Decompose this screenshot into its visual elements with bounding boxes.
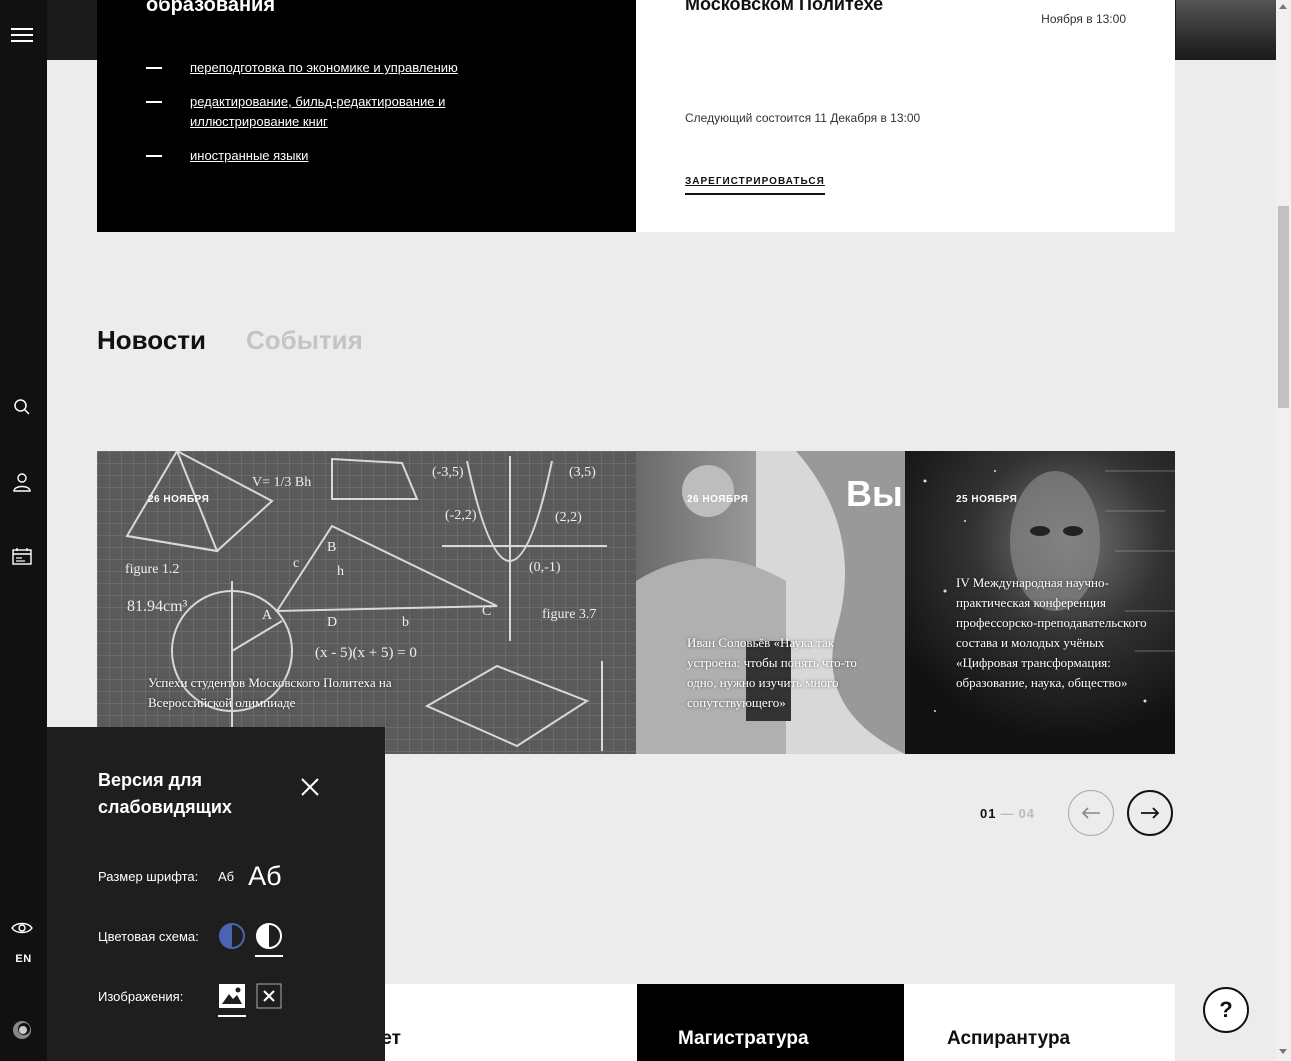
- half-circle-blue-icon: [219, 923, 245, 949]
- banner-photo: [1176, 0, 1276, 60]
- close-icon: [301, 778, 319, 796]
- news-tabs: Новости События: [97, 325, 363, 356]
- register-link[interactable]: ЗАРЕГИСТРИРОВАТЬСЯ: [685, 176, 825, 195]
- tab-events[interactable]: События: [246, 325, 363, 356]
- svg-text:h: h: [337, 564, 344, 579]
- eye-icon[interactable]: [11, 917, 33, 939]
- education-link[interactable]: редактирование, бильд-редактирование и и…: [190, 94, 445, 129]
- svg-text:81.94cm³: 81.94cm³: [127, 598, 188, 615]
- education-link[interactable]: иностранные языки: [190, 148, 308, 163]
- education-heading: образования: [146, 0, 276, 16]
- prev-slide-button[interactable]: [1068, 790, 1114, 836]
- svg-text:A: A: [262, 608, 273, 623]
- svg-text:(-2,2): (-2,2): [445, 508, 477, 523]
- scroll-thumb[interactable]: [1278, 206, 1289, 408]
- scroll-up-icon[interactable]: [1279, 4, 1287, 9]
- images-on-button[interactable]: [218, 981, 246, 1017]
- font-size-label: Размер шрифта:: [98, 869, 199, 884]
- svg-text:V= 1/3 Bh: V= 1/3 Bh: [252, 475, 311, 490]
- next-slide-button[interactable]: [1127, 790, 1173, 836]
- arrow-right-icon: [1141, 807, 1160, 819]
- svg-text:(0,-1): (0,-1): [529, 560, 561, 575]
- program-bachelor[interactable]: тет: [372, 984, 637, 1061]
- no-image-icon: [256, 983, 282, 1009]
- list-item: иностранные языки: [146, 146, 466, 166]
- scrollbar[interactable]: [1276, 0, 1291, 1061]
- svg-text:(-3,5): (-3,5): [432, 465, 464, 480]
- program-postgraduate[interactable]: Аспирантура: [904, 984, 1175, 1061]
- scroll-down-icon[interactable]: [1279, 1049, 1287, 1054]
- program-label: Магистратура: [678, 1028, 809, 1049]
- language-switch[interactable]: EN: [0, 953, 47, 965]
- news-card[interactable]: Вы 26 НОЯБРЯ Иван Соловьёв «Наука так ус…: [636, 451, 905, 754]
- list-item: редактирование, бильд-редактирование и и…: [146, 92, 466, 132]
- event-title: Московском Политехе: [685, 0, 884, 14]
- tab-news[interactable]: Новости: [97, 325, 206, 356]
- svg-text:B: B: [327, 540, 336, 555]
- help-button[interactable]: ?: [1203, 987, 1249, 1033]
- news-card[interactable]: 25 НОЯБРЯ IV Международная научно-практи…: [905, 451, 1175, 754]
- event-next: Следующий состоится 11 Декабря в 13:00: [685, 111, 921, 125]
- color-scheme-blue-button[interactable]: [218, 921, 246, 951]
- svg-text:Вы: Вы: [846, 473, 903, 514]
- news-card[interactable]: V= 1/3 Bh figure 1.2 81.94cm³ (-3,5) (3,5…: [97, 451, 636, 754]
- svg-text:figure 3.7: figure 3.7: [542, 607, 596, 622]
- list-item: переподготовка по экономике и управлению: [146, 58, 466, 78]
- menu-icon[interactable]: [11, 24, 33, 46]
- svg-text:D: D: [327, 615, 337, 630]
- arrow-left-icon: [1081, 807, 1100, 819]
- font-big-button[interactable]: Аб: [248, 861, 281, 892]
- svg-text:(3,5): (3,5): [569, 465, 596, 480]
- svg-text:b: b: [402, 615, 409, 630]
- svg-text:c: c: [293, 556, 299, 571]
- education-link[interactable]: переподготовка по экономике и управлению: [190, 60, 458, 75]
- image-icon: [219, 984, 245, 1008]
- contrast-icon: [256, 923, 282, 949]
- svg-text:(2,2): (2,2): [555, 510, 582, 525]
- color-scheme-row: Цветовая схема:: [98, 921, 292, 957]
- search-icon[interactable]: [11, 396, 33, 418]
- images-label: Изображения:: [98, 988, 184, 1004]
- education-block: образования переподготовка по экономике …: [97, 0, 636, 232]
- news-title[interactable]: IV Международная научно-практическая кон…: [956, 573, 1156, 693]
- color-scheme-label: Цветовая схема:: [98, 928, 199, 944]
- education-links: переподготовка по экономике и управлению…: [146, 58, 466, 180]
- color-scheme-contrast-button[interactable]: [255, 921, 283, 957]
- user-icon[interactable]: [11, 471, 33, 493]
- event-time: Ноября в 13:00: [1041, 12, 1126, 26]
- images-row: Изображения:: [98, 981, 292, 1017]
- font-small-button[interactable]: Аб: [218, 869, 234, 884]
- pager-separator: —: [1000, 806, 1015, 821]
- news-date: 26 НОЯБРЯ: [148, 494, 210, 505]
- images-off-button[interactable]: [255, 981, 283, 1011]
- pager-current: 01: [980, 806, 997, 821]
- event-block: Московском Политехе Ноября в 13:00 Следу…: [636, 0, 1175, 232]
- slider-pager: 01—04: [980, 806, 1035, 821]
- font-size-row: Размер шрифта: Аб Аб: [98, 861, 282, 892]
- program-label: Аспирантура: [947, 1028, 1071, 1049]
- accessibility-panel: Версия для слабовидящих Размер шрифта: А…: [47, 727, 385, 1061]
- svg-text:(x - 5)(x + 5) = 0: (x - 5)(x + 5) = 0: [315, 645, 417, 661]
- theme-icon[interactable]: [11, 1019, 33, 1041]
- news-title[interactable]: Успехи студентов Московского Политеха на…: [148, 673, 448, 713]
- svg-text:figure 1.2: figure 1.2: [125, 562, 179, 577]
- side-rail: EN: [0, 0, 47, 1061]
- accessibility-title: Версия для слабовидящих: [98, 770, 232, 817]
- svg-text:C: C: [482, 604, 491, 619]
- news-title[interactable]: Иван Соловьёв «Наука так устроена: чтобы…: [687, 633, 887, 713]
- close-button[interactable]: [300, 777, 320, 797]
- news-date: 25 НОЯБРЯ: [956, 494, 1018, 505]
- program-master[interactable]: Магистратура: [637, 984, 904, 1061]
- calendar-icon[interactable]: [11, 545, 33, 567]
- pager-total: 04: [1018, 806, 1035, 821]
- news-date: 26 НОЯБРЯ: [687, 494, 749, 505]
